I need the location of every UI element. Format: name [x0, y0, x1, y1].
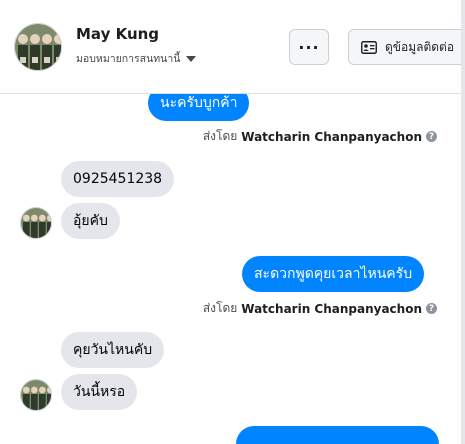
view-contact-info-label: ดูข้อมูลติดต่อ	[385, 39, 455, 54]
assign-conversation-label: มอบหมายการสนทนานี้	[76, 53, 181, 65]
contact-avatar-image	[15, 24, 61, 70]
info-icon[interactable]: ?	[426, 303, 437, 314]
assign-conversation-dropdown[interactable]: มอบหมายการสนทนานี้	[76, 50, 197, 67]
message-text: คุยวันไหนคับ	[73, 342, 153, 358]
sent-by-author: Watcharin Chanpanyachon	[241, 301, 422, 316]
more-options-button[interactable]: ...	[289, 29, 329, 65]
message-text: นะครับบูกค้า	[160, 95, 238, 111]
sender-avatar-image	[21, 208, 51, 238]
message-bubble-incoming[interactable]: คุยวันไหนคับ	[61, 332, 165, 368]
contact-name: May Kung	[76, 25, 160, 43]
sender-avatar	[20, 379, 52, 411]
sent-by-label: ส่งโดย Watcharin Chanpanyachon ?	[203, 127, 437, 146]
message-bubble-outgoing-partial[interactable]	[236, 426, 439, 444]
sent-by-prefix: ส่งโดย	[202, 301, 238, 315]
ellipsis-icon: ...	[298, 34, 320, 53]
sender-avatar	[20, 207, 52, 239]
message-text: 0925451238	[73, 171, 163, 187]
conversation-header: May Kung มอบหมายการสนทนานี้ ... ดูข้อมูล…	[0, 0, 465, 94]
message-text: อุ้ยคับ	[73, 213, 108, 229]
sent-by-label: ส่งโดย Watcharin Chanpanyachon ?	[203, 299, 437, 318]
scrollbar-track[interactable]	[461, 0, 465, 444]
message-bubble-incoming[interactable]: 0925451238	[61, 161, 175, 197]
message-text: สะดวกพูดคุยเวลาไหนครับ	[254, 266, 413, 282]
sent-by-prefix: ส่งโดย	[202, 129, 238, 143]
caret-down-icon	[186, 55, 197, 62]
message-text: วันนี้หรอ	[73, 384, 126, 400]
message-bubble-outgoing[interactable]: สะดวกพูดคุยเวลาไหนครับ	[242, 256, 425, 292]
message-bubble-incoming[interactable]: อุ้ยคับ	[61, 203, 120, 239]
contact-avatar[interactable]	[14, 23, 62, 71]
sender-avatar-image	[21, 380, 51, 410]
contact-card-icon	[361, 40, 377, 54]
sent-by-author: Watcharin Chanpanyachon	[241, 129, 422, 144]
message-bubble-incoming[interactable]: วันนี้หรอ	[61, 374, 138, 410]
view-contact-info-button[interactable]: ดูข้อมูลติดต่อ	[348, 29, 465, 65]
info-icon[interactable]: ?	[426, 131, 437, 142]
